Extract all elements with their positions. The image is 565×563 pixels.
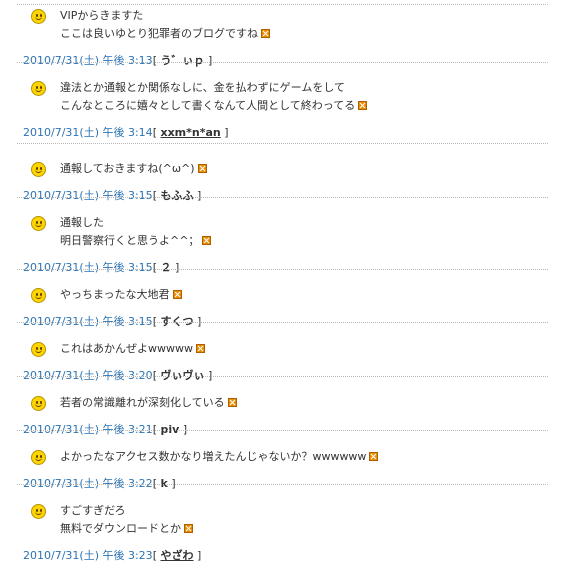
comment-list: VIPからきますたここは良いゆとり犯罪者のブログですね 2010/7/31(土) … <box>0 0 565 562</box>
delete-icon[interactable] <box>202 236 212 245</box>
comment-line: 通報しておきますね(^ω^) <box>60 160 207 178</box>
smiley-icon <box>31 81 46 96</box>
smiley-icon <box>31 216 46 231</box>
comment-meta: 2010/7/31(土) 午後 3:15[ ２ ] <box>23 259 179 275</box>
delete-icon[interactable] <box>369 452 379 461</box>
comment-meta: 2010/7/31(土) 午後 3:23[ やざわ ] <box>23 547 201 563</box>
comment-line: やっちまったな大地君 <box>60 286 182 304</box>
comment-date: 2010/7/31(土) 午後 3:15 <box>23 261 153 274</box>
comment-date: 2010/7/31(土) 午後 3:14 <box>23 126 153 139</box>
delete-icon[interactable] <box>227 398 237 407</box>
comment-line: よかったなアクセス数かなり増えたんじゃないか？wwwwww <box>60 448 379 466</box>
comment-separator <box>17 4 548 5</box>
bracket-close: ] <box>224 126 229 139</box>
smiley-icon <box>31 162 46 177</box>
comment-line: VIPからきますた <box>60 9 144 22</box>
smiley-icon <box>31 9 46 24</box>
comment-line: 通報した <box>60 216 104 229</box>
comment-text: 通報しておきますね(^ω^) <box>60 160 207 178</box>
comment-separator <box>17 430 548 431</box>
delete-icon[interactable] <box>261 29 270 38</box>
comment-separator <box>17 484 548 485</box>
comment-separator <box>17 143 548 144</box>
comment-date: 2010/7/31(土) 午後 3:13 <box>23 54 153 67</box>
smiley-icon <box>31 342 46 357</box>
comment-line: こんなところに嬉々として書くなんて人間として終わってる <box>60 97 368 115</box>
bracket-open: [ <box>152 126 157 139</box>
comment-line: 違法とか通報とか関係なしに、金を払わずにゲームをして <box>60 81 346 94</box>
comment-text: これはあかんぜよwwwww <box>60 340 205 358</box>
commenter-name[interactable]: xxm*n*an <box>160 126 220 139</box>
comment-text: 通報した明日警察行くと思うよ^^； <box>60 214 212 250</box>
comment-text: 若者の常識離れが深刻化している <box>60 394 237 412</box>
comment-text: 違法とか通報とか関係なしに、金を払わずにゲームをしてこんなところに嬉々として書く… <box>60 79 368 115</box>
bracket-open: [ <box>152 549 157 562</box>
comment-line: これはあかんぜよwwwww <box>60 340 205 358</box>
delete-icon[interactable] <box>172 290 182 299</box>
comment-meta: 2010/7/31(土) 午後 3:14[ xxm*n*an ] <box>23 124 229 140</box>
bracket-close: ] <box>196 189 202 202</box>
smiley-icon <box>31 396 46 411</box>
commenter-name: もふふ <box>160 189 194 202</box>
comment-separator <box>17 269 548 270</box>
bracket-close: ] <box>196 549 202 562</box>
comment-date: 2010/7/31(土) 午後 3:15 <box>23 189 153 202</box>
comment-meta: 2010/7/31(土) 午後 3:20[ ヴぃヴぃ ] <box>23 367 212 383</box>
comment-date: 2010/7/31(土) 午後 3:23 <box>23 549 153 562</box>
comment-line: 明日警察行くと思うよ^^； <box>60 232 212 250</box>
comment-separator <box>17 62 548 63</box>
delete-icon[interactable] <box>195 344 205 353</box>
smiley-icon <box>31 450 46 465</box>
commenter-name: ２ <box>160 261 172 274</box>
bracket-close: ] <box>174 261 180 274</box>
comment-line: 無料でダウンロードとか <box>60 520 193 538</box>
comment-meta: 2010/7/31(土) 午後 3:22[ k ] <box>23 475 176 491</box>
comment-meta: 2010/7/31(土) 午後 3:21[ piv ] <box>23 421 187 437</box>
delete-icon[interactable] <box>358 101 368 110</box>
comment-separator <box>17 322 548 323</box>
delete-icon[interactable] <box>184 524 193 533</box>
smiley-icon <box>31 288 46 303</box>
bracket-open: [ <box>152 54 157 67</box>
comment-text: やっちまったな大地君 <box>60 286 182 304</box>
bracket-open: [ <box>152 189 157 202</box>
comment-separator <box>17 197 548 198</box>
comment-text: すごすぎだろ無料でダウンロードとか <box>60 502 193 538</box>
comment-line: ここは良いゆとり犯罪者のブログですね <box>60 25 270 43</box>
smiley-icon <box>31 504 46 519</box>
commenter-name[interactable]: やざわ <box>160 549 193 562</box>
comment-text: よかったなアクセス数かなり増えたんじゃないか？wwwwww <box>60 448 379 466</box>
delete-icon[interactable] <box>197 164 207 173</box>
comment-line: すごすぎだろ <box>60 504 126 517</box>
comment-meta: 2010/7/31(土) 午後 3:15[ もふふ ] <box>23 187 201 203</box>
comment-meta: 2010/7/31(土) 午後 3:13[ う゛ぃｐ ] <box>23 52 212 68</box>
comment-separator <box>17 376 548 377</box>
comment-line: 若者の常識離れが深刻化している <box>60 394 237 412</box>
comment-text: VIPからきますたここは良いゆとり犯罪者のブログですね <box>60 7 270 43</box>
commenter-name: う゛ぃｐ <box>160 54 205 67</box>
comment-meta: 2010/7/31(土) 午後 3:15[ すくつ ] <box>23 313 201 329</box>
bracket-close: ] <box>207 54 213 67</box>
bracket-open: [ <box>152 261 157 274</box>
